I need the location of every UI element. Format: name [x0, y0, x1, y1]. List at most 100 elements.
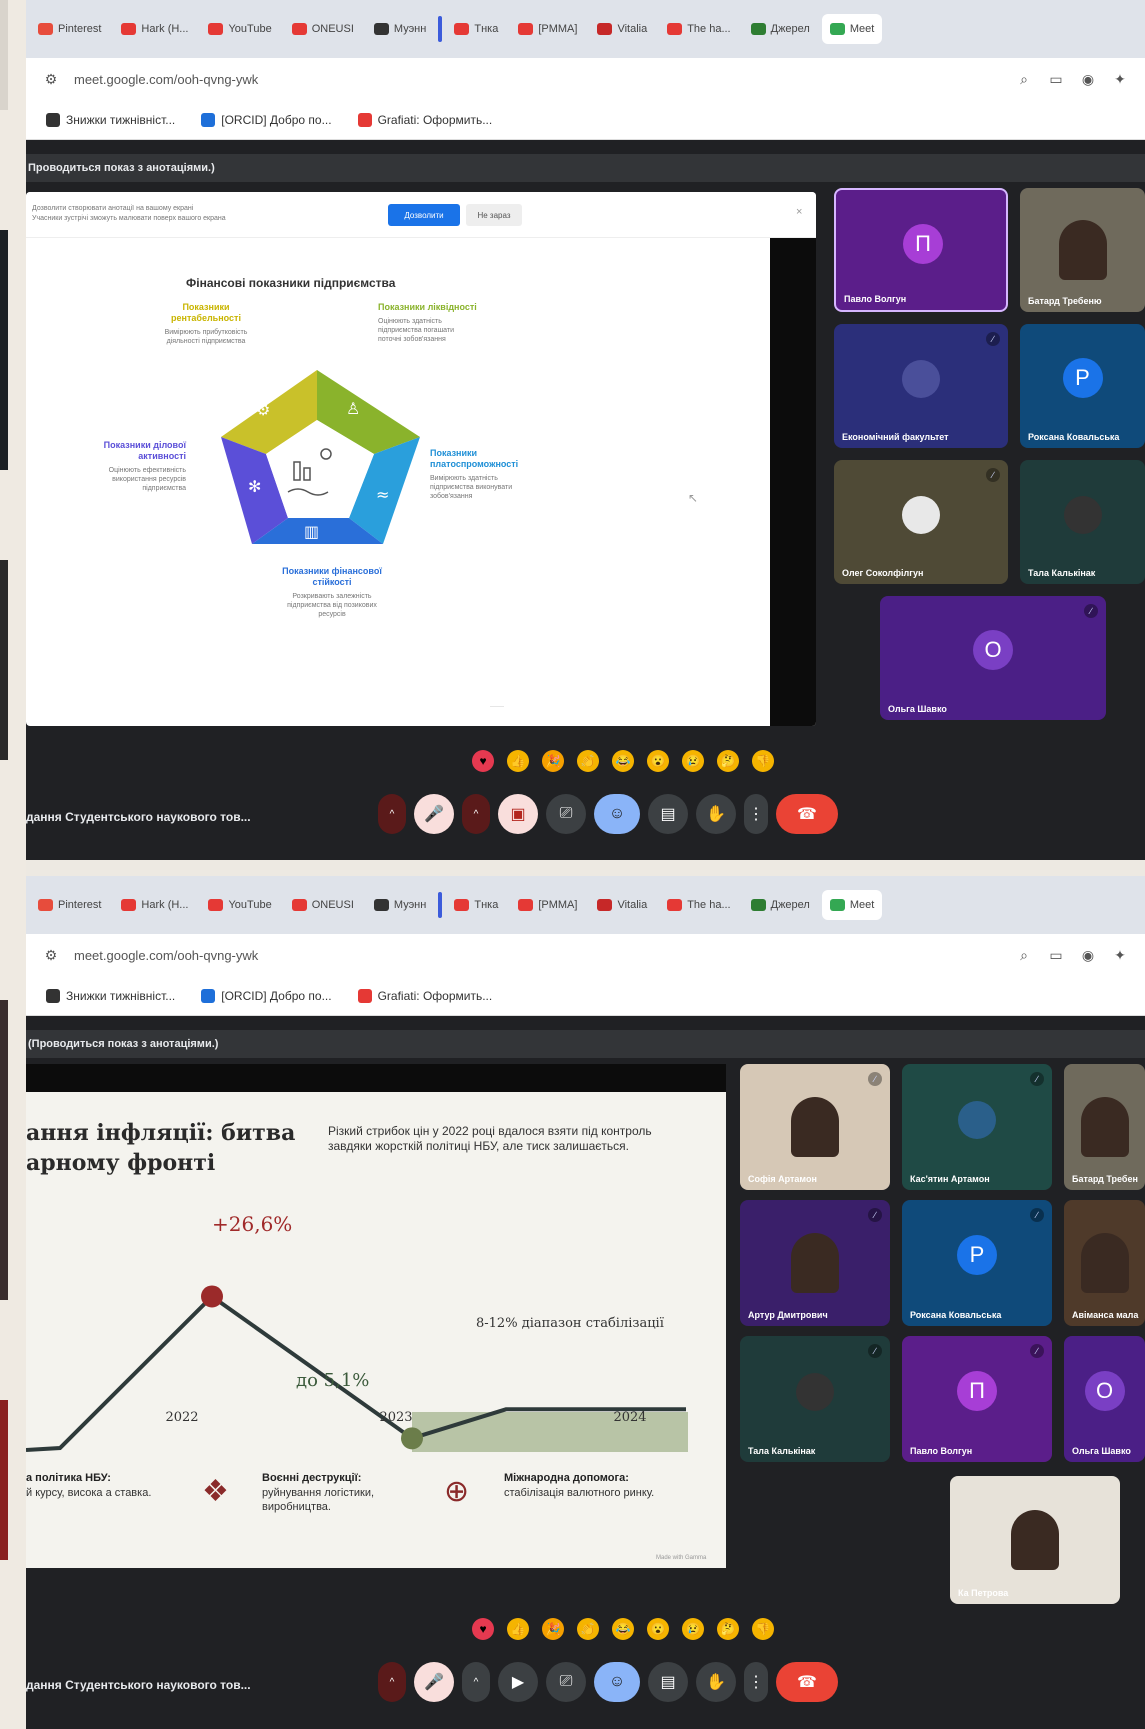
participant-tile[interactable]: ∕ Артур Дмитрович — [740, 1200, 890, 1326]
extension-icon[interactable]: ✦ — [1111, 946, 1129, 964]
participant-tile[interactable]: P Роксана Ковальська — [1020, 324, 1145, 448]
browser-tab[interactable]: Hark (H... — [113, 14, 196, 44]
url-text[interactable]: meet.google.com/ooh-qvng-ywk — [74, 72, 1001, 87]
participant-tile[interactable]: ∕ Тала Калькінак — [740, 1336, 890, 1462]
browser-tab[interactable]: ONEUSI — [284, 14, 362, 44]
browser-tab[interactable]: [PMMA] — [510, 890, 585, 920]
participant-tile[interactable]: Тала Калькінак — [1020, 460, 1145, 584]
camera-button[interactable]: ▶ — [498, 1662, 538, 1702]
browser-tab[interactable]: Meet — [821, 14, 883, 44]
leave-call-button[interactable]: ☎ — [776, 1662, 838, 1702]
participant-tile[interactable]: ∕ Кас'ятин Артамон — [902, 1064, 1052, 1190]
participant-tile[interactable]: O Ольга Шавко — [1064, 1336, 1145, 1462]
camera-options-button[interactable]: ^ — [462, 794, 490, 834]
browser-tab[interactable]: Pinterest — [30, 890, 109, 920]
camera-icon[interactable]: ◉ — [1079, 70, 1097, 88]
participant-tile[interactable]: Авіманса мала — [1064, 1200, 1145, 1326]
reaction-emoji[interactable]: 👎 — [752, 1618, 774, 1640]
browser-tab[interactable]: Муэнн — [366, 14, 434, 44]
bookmark-label: [ORCID] Добро по... — [221, 112, 332, 127]
raise-hand-button[interactable]: ✋ — [696, 1662, 736, 1702]
reaction-emoji[interactable]: 😂 — [612, 750, 634, 772]
participant-tile[interactable]: Ка Петрова — [950, 1476, 1120, 1604]
mic-options-button[interactable]: ^ — [378, 1662, 406, 1702]
more-options-button[interactable]: ⋮ — [744, 794, 768, 834]
raise-hand-button[interactable]: ✋ — [696, 794, 736, 834]
tab-favicon-icon — [829, 899, 845, 911]
browser-tab[interactable]: Meet — [821, 890, 883, 920]
cast-icon[interactable]: ▭ — [1047, 70, 1065, 88]
site-info-icon[interactable]: ⚙ — [42, 70, 60, 88]
participant-tile[interactable]: ∕ Економічний факультет — [834, 324, 1008, 448]
mic-options-button[interactable]: ^ — [378, 794, 406, 834]
reaction-emoji[interactable]: 😢 — [682, 750, 704, 772]
participant-tile[interactable]: П Павло Волгун — [834, 188, 1008, 312]
browser-tab[interactable]: ONEUSI — [284, 890, 362, 920]
participant-tile[interactable]: O ∕ Ольга Шавко — [880, 596, 1106, 720]
browser-tab[interactable]: Муэнн — [366, 890, 434, 920]
reaction-emoji[interactable]: 👍 — [507, 750, 529, 772]
reaction-emoji[interactable]: 🤔 — [717, 1618, 739, 1640]
present-button[interactable]: ⎚ — [546, 794, 586, 834]
bookmark-item[interactable]: Знижки тижнівніст... — [46, 112, 175, 127]
emoji-button[interactable]: ☺ — [594, 1662, 640, 1702]
bookmark-item[interactable]: Знижки тижнівніст... — [46, 988, 175, 1003]
more-options-button[interactable]: ⋮ — [744, 1662, 768, 1702]
reaction-emoji[interactable]: 😂 — [612, 1618, 634, 1640]
participant-tile[interactable]: Батард Требен — [1064, 1064, 1145, 1190]
reaction-emoji[interactable]: 👍 — [507, 1618, 529, 1640]
browser-tab[interactable]: Vitalia — [589, 14, 655, 44]
participant-tile[interactable]: P ∕ Роксана Ковальська — [902, 1200, 1052, 1326]
captions-button[interactable]: ▤ — [648, 1662, 688, 1702]
reaction-emoji[interactable]: 👎 — [752, 750, 774, 772]
browser-tab[interactable]: [PMMA] — [510, 14, 585, 44]
bookmark-item[interactable]: Grafiati: Оформить... — [357, 112, 492, 127]
reaction-emoji[interactable]: 😮 — [647, 1618, 669, 1640]
camera-icon[interactable]: ◉ — [1079, 946, 1097, 964]
reaction-emoji[interactable]: ♥ — [472, 750, 494, 772]
browser-tab[interactable]: Джерел — [743, 890, 818, 920]
browser-tab[interactable]: Pinterest — [30, 14, 109, 44]
bookmark-item[interactable]: [ORCID] Добро по... — [201, 112, 332, 127]
mic-muted-button[interactable]: 🎤 — [414, 794, 454, 834]
reaction-emoji[interactable]: 🤔 — [717, 750, 739, 772]
captions-button[interactable]: ▤ — [648, 794, 688, 834]
mic-muted-button[interactable]: 🎤 — [414, 1662, 454, 1702]
reaction-emoji[interactable]: 👏 — [577, 750, 599, 772]
reaction-emoji[interactable]: 🎉 — [542, 750, 564, 772]
site-info-icon[interactable]: ⚙ — [42, 946, 60, 964]
extension-icon[interactable]: ✦ — [1111, 70, 1129, 88]
browser-tab[interactable]: Джерел — [743, 14, 818, 44]
camera-options-button[interactable]: ^ — [462, 1662, 490, 1702]
leave-call-button[interactable]: ☎ — [776, 794, 838, 834]
browser-tab[interactable]: Тнка — [446, 890, 506, 920]
browser-tab[interactable]: YouTube — [200, 14, 279, 44]
participant-tile[interactable]: ∕ Олег Соколфілгун — [834, 460, 1008, 584]
reaction-emoji[interactable]: 🎉 — [542, 1618, 564, 1640]
present-button[interactable]: ⎚ — [546, 1662, 586, 1702]
cast-icon[interactable]: ▭ — [1047, 946, 1065, 964]
reaction-emoji[interactable]: ♥ — [472, 1618, 494, 1640]
zoom-icon[interactable]: ⌕ — [1015, 70, 1033, 88]
url-text[interactable]: meet.google.com/ooh-qvng-ywk — [74, 948, 1001, 963]
browser-tab[interactable]: Hark (H... — [113, 890, 196, 920]
camera-off-button[interactable]: ▣ — [498, 794, 538, 834]
browser-tab[interactable]: YouTube — [200, 890, 279, 920]
reaction-emoji[interactable]: 👏 — [577, 1618, 599, 1640]
browser-tab[interactable]: The ha... — [659, 14, 738, 44]
browser-tab[interactable]: Vitalia — [589, 890, 655, 920]
reaction-emoji[interactable]: 😮 — [647, 750, 669, 772]
bookmark-item[interactable]: [ORCID] Добро по... — [201, 988, 332, 1003]
address-bar[interactable]: ⚙ meet.google.com/ooh-qvng-ywk ⌕ ▭ ◉ ✦ — [26, 934, 1145, 976]
bookmark-item[interactable]: Grafiati: Оформить... — [357, 988, 492, 1003]
reaction-emoji[interactable]: 😢 — [682, 1618, 704, 1640]
emoji-button[interactable]: ☺ — [594, 794, 640, 834]
zoom-icon[interactable]: ⌕ — [1015, 946, 1033, 964]
browser-tab[interactable]: The ha... — [659, 890, 738, 920]
participant-tile[interactable]: Батард Требеню — [1020, 188, 1145, 312]
participant-tile[interactable]: П ∕ Павло Волгун — [902, 1336, 1052, 1462]
participant-name: Тала Калькінак — [748, 1446, 816, 1456]
browser-tab[interactable]: Тнка — [446, 14, 506, 44]
address-bar[interactable]: ⚙ meet.google.com/ooh-qvng-ywk ⌕ ▭ ◉ ✦ — [26, 58, 1145, 100]
participant-tile[interactable]: ∕ Софія Артамон — [740, 1064, 890, 1190]
